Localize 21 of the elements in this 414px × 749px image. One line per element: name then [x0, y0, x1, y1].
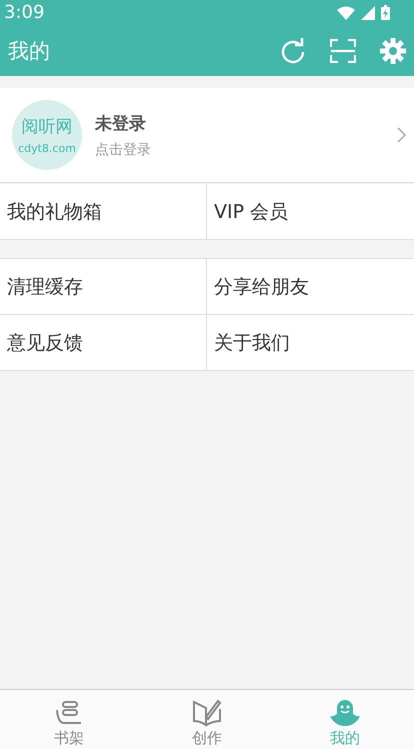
- scan-icon[interactable]: [330, 38, 356, 62]
- refresh-icon[interactable]: [280, 38, 306, 64]
- book-stack-icon: [54, 701, 84, 727]
- menu-item[interactable]: 意见反馈: [0, 315, 207, 371]
- wifi-icon: [337, 6, 355, 20]
- chevron-right-icon: [397, 127, 406, 143]
- status-time: 3:09: [4, 2, 44, 23]
- book-pen-icon: [192, 699, 222, 727]
- menu-item[interactable]: 清理缓存: [0, 259, 207, 315]
- page-title: 我的: [8, 38, 50, 64]
- menu-item[interactable]: 关于我们: [207, 315, 414, 371]
- mascot-icon: [330, 699, 360, 727]
- menu-item[interactable]: 分享给朋友: [207, 259, 414, 315]
- login-hint: 点击登录: [95, 140, 152, 158]
- menu-item[interactable]: 我的礼物箱: [0, 184, 207, 240]
- battery-icon: [381, 5, 390, 20]
- avatar-logo: 阅听网 cdyt8.com: [12, 100, 82, 170]
- user-name: 未登录: [95, 112, 147, 134]
- menu-item[interactable]: VIP 会员: [207, 184, 414, 240]
- profile-card[interactable]: 阅听网 cdyt8.com 未登录 点击登录: [0, 88, 414, 183]
- signal-icon: [361, 6, 375, 20]
